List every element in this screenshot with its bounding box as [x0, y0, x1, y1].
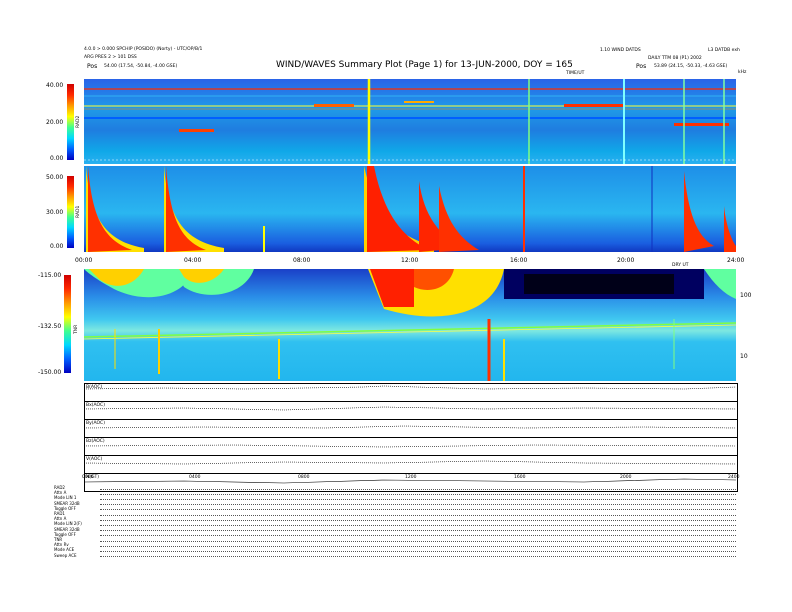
time-tick-2000: 20:00 — [617, 257, 635, 264]
time-tick-0800: 08:00 — [293, 257, 311, 264]
khz-label: kHz — [738, 70, 747, 75]
rad1-spectrogram-marks — [86, 166, 736, 252]
bottom-time-tick-0800: 0800 — [298, 475, 310, 480]
bottom-time-tick-0000: 0000 — [82, 475, 94, 480]
rad1-colorbar — [67, 176, 74, 248]
rad1-panel-label: RAD1 — [76, 205, 81, 218]
bottom-time-tick-1600: 1600 — [514, 475, 526, 480]
rad2-colorbar — [67, 84, 74, 160]
rad1-colorbar-tick-top: 50.00 — [46, 174, 64, 181]
header-right-line1a: 1.10 WIND DATDS — [600, 48, 641, 53]
bottom-time-tick-2000: 2000 — [620, 475, 632, 480]
info-block: RAD2 Attn A Mode LIN 1 SMEAR 32dB Toggle… — [54, 485, 82, 558]
line-panels: B(AOC) Bx(AOC) By(AOC) Bz(AOC) V(AOC) N(… — [0, 383, 792, 492]
info-tnr-3: Sweep ACE — [54, 552, 77, 558]
tnr-freq-tick-100: 100 — [740, 292, 752, 299]
tnr-colorbar — [64, 275, 71, 373]
tnr-spectrogram — [84, 269, 736, 381]
info-dotted-rules — [100, 489, 736, 569]
rad2-colorbar-tick-bottom: 0.00 — [50, 155, 64, 162]
rad2-spectrogram-marks — [84, 79, 736, 164]
header-left-pos-value: 54.00 (17.54, -50.84, -4.00 GSE) — [104, 64, 178, 69]
time-label-top: TIME/UT — [566, 71, 585, 76]
header-left-pos-label: Pos — [87, 63, 98, 70]
time-label-mid: DRY UT — [672, 263, 689, 268]
header-left-line2: ARG PRES 2 > 101 DSS — [84, 55, 137, 60]
tnr-freq-tick-10: 10 — [740, 353, 748, 360]
rad1-spectrogram — [84, 166, 736, 252]
header-left-line1: 4.0.0 > 0.000 SPCHIP (POSIDO) (Norty) - … — [84, 47, 203, 52]
tnr-colorbar-tick-mid: -132.50 — [38, 323, 62, 330]
tnr-panel-label: TNR — [74, 324, 79, 334]
rad2-panel-label: RAD2 — [76, 115, 81, 128]
line-label-by: By(AOC) — [86, 421, 105, 426]
rad2-spectrogram — [84, 79, 736, 164]
tnr-colorbar-tick-bottom: -150.00 — [38, 369, 62, 376]
header-right-line2: DAILY TTM 08 (P1) 2002 — [648, 56, 702, 61]
line-label-bz: Bz(AOC) — [86, 439, 105, 444]
line-label-v: V(AOC) — [86, 457, 103, 462]
tnr-colorbar-tick-top: -115.00 — [38, 272, 62, 279]
header-right-line1b: L3 DATDB exh — [708, 48, 740, 53]
rad2-colorbar-tick-top: 40.00 — [46, 82, 64, 89]
time-tick-2400: 24:00 — [727, 257, 745, 264]
time-tick-0000: 00:00 — [75, 257, 93, 264]
rad1-colorbar-tick-mid: 30.00 — [46, 209, 64, 216]
tnr-spectrogram-marks — [84, 269, 736, 381]
time-tick-0400: 04:00 — [184, 257, 202, 264]
bottom-time-tick-2400: 2400 — [728, 475, 740, 480]
time-tick-1200: 12:00 — [401, 257, 419, 264]
rad2-colorbar-tick-mid: 20.00 — [46, 119, 64, 126]
header-right-pos-label: Pos — [636, 63, 647, 70]
rad1-colorbar-tick-bottom: 0.00 — [50, 243, 64, 250]
bottom-time-tick-0400: 0400 — [189, 475, 201, 480]
chart-title: WIND/WAVES Summary Plot (Page 1) for 13-… — [276, 60, 573, 70]
line-label-bx: Bx(AOC) — [86, 403, 105, 408]
bottom-time-tick-1200: 1200 — [405, 475, 417, 480]
time-tick-1600: 16:00 — [510, 257, 528, 264]
info-rad1-2: Mode LIN 2(F) — [54, 521, 82, 527]
header-right-pos-value: 53.89 (24.15, -50.33, -4.63 GSE) — [654, 64, 728, 69]
line-label-b: B(AOC) — [86, 385, 103, 390]
